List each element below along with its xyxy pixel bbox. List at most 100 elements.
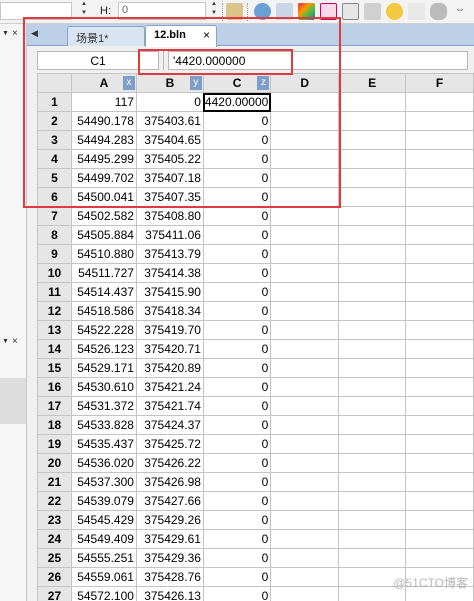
- cell-d[interactable]: [270, 415, 340, 435]
- cell-c[interactable]: 0: [202, 548, 272, 568]
- row-header[interactable]: 9: [37, 244, 72, 264]
- row-header[interactable]: 23: [37, 510, 72, 530]
- cell-f[interactable]: [405, 396, 474, 416]
- shape-icon[interactable]: [430, 3, 447, 20]
- cell-f[interactable]: [405, 282, 474, 302]
- cell-b[interactable]: 375429.26: [135, 510, 204, 530]
- cell-c[interactable]: 0: [202, 282, 272, 302]
- row-header[interactable]: 21: [37, 472, 72, 492]
- cell-e[interactable]: [338, 149, 407, 169]
- cell-b[interactable]: 375413.79: [135, 244, 204, 264]
- cell-d[interactable]: [270, 586, 340, 601]
- row-header[interactable]: 24: [37, 529, 72, 549]
- cell-f[interactable]: [405, 130, 474, 150]
- cell-e[interactable]: [338, 529, 407, 549]
- cell-c[interactable]: 0: [202, 396, 272, 416]
- row-header[interactable]: 13: [37, 320, 72, 340]
- cell-f[interactable]: [405, 434, 474, 454]
- cell-f[interactable]: [405, 225, 474, 245]
- cell-a[interactable]: 54533.828: [70, 415, 137, 435]
- cell-d[interactable]: [270, 225, 340, 245]
- cell-b[interactable]: 375424.37: [135, 415, 204, 435]
- cell-d[interactable]: [270, 529, 340, 549]
- cell-b[interactable]: 375411.06: [135, 225, 204, 245]
- cell-f[interactable]: [405, 491, 474, 511]
- cell-d[interactable]: [270, 453, 340, 473]
- cell-a[interactable]: 54526.123: [70, 339, 137, 359]
- row-header[interactable]: 10: [37, 263, 72, 283]
- row-header[interactable]: 19: [37, 434, 72, 454]
- cell-a[interactable]: 54510.880: [70, 244, 137, 264]
- row-header[interactable]: 22: [37, 491, 72, 511]
- cell-d[interactable]: [270, 396, 340, 416]
- cell-a[interactable]: 54530.610: [70, 377, 137, 397]
- cell-d[interactable]: [270, 244, 340, 264]
- cell-b[interactable]: 375408.80: [135, 206, 204, 226]
- cell-f[interactable]: [405, 320, 474, 340]
- cell-b[interactable]: 375419.70: [135, 320, 204, 340]
- cell-f[interactable]: [405, 187, 474, 207]
- cell-a[interactable]: 54531.372: [70, 396, 137, 416]
- cell-e[interactable]: [338, 415, 407, 435]
- column-header-f[interactable]: F: [405, 73, 474, 93]
- cell-f[interactable]: [405, 510, 474, 530]
- cell-f[interactable]: [405, 206, 474, 226]
- cell-b[interactable]: 375425.72: [135, 434, 204, 454]
- cell-c[interactable]: 0: [202, 472, 272, 492]
- pin-icon[interactable]: ▼: [2, 30, 9, 37]
- cell-b[interactable]: 375414.38: [135, 263, 204, 283]
- cell-f[interactable]: [405, 453, 474, 473]
- cell-e[interactable]: [338, 187, 407, 207]
- cell-e[interactable]: [338, 130, 407, 150]
- cell-c[interactable]: 0: [202, 320, 272, 340]
- cell-e[interactable]: [338, 282, 407, 302]
- cell-a[interactable]: 54529.171: [70, 358, 137, 378]
- cell-a[interactable]: 54539.079: [70, 491, 137, 511]
- cell-c[interactable]: 0: [202, 339, 272, 359]
- cell-c[interactable]: 0: [202, 377, 272, 397]
- close-icon[interactable]: ×: [12, 336, 18, 347]
- cell-e[interactable]: [338, 244, 407, 264]
- cell-b[interactable]: 375427.66: [135, 491, 204, 511]
- cell-f[interactable]: [405, 92, 474, 112]
- cell-c[interactable]: 0: [202, 453, 272, 473]
- cell-e[interactable]: [338, 358, 407, 378]
- cell-b[interactable]: 375420.89: [135, 358, 204, 378]
- row-header[interactable]: 7: [37, 206, 72, 226]
- cell-c[interactable]: 0: [202, 415, 272, 435]
- cell-d[interactable]: [270, 491, 340, 511]
- cell-a[interactable]: 54549.409: [70, 529, 137, 549]
- cell-d[interactable]: [270, 320, 340, 340]
- cell-e[interactable]: [338, 472, 407, 492]
- cell-f[interactable]: [405, 358, 474, 378]
- row-header[interactable]: 26: [37, 567, 72, 587]
- cell-d[interactable]: [270, 263, 340, 283]
- close-icon[interactable]: ×: [12, 28, 18, 39]
- cell-f[interactable]: [405, 548, 474, 568]
- cell-c[interactable]: 0: [202, 491, 272, 511]
- cell-e[interactable]: [338, 301, 407, 321]
- cell-b[interactable]: 375418.34: [135, 301, 204, 321]
- cell-c[interactable]: 0: [202, 263, 272, 283]
- cell-f[interactable]: [405, 263, 474, 283]
- cell-d[interactable]: [270, 282, 340, 302]
- pin-icon[interactable]: ▼: [2, 338, 9, 345]
- cell-f[interactable]: [405, 472, 474, 492]
- row-header[interactable]: 11: [37, 282, 72, 302]
- cell-d[interactable]: [270, 339, 340, 359]
- cell-e[interactable]: [338, 92, 407, 112]
- row-header[interactable]: 17: [37, 396, 72, 416]
- row-header[interactable]: 8: [37, 225, 72, 245]
- cell-f[interactable]: [405, 111, 474, 131]
- cell-f[interactable]: [405, 244, 474, 264]
- cell-e[interactable]: [338, 377, 407, 397]
- cell-c[interactable]: 0: [202, 586, 272, 601]
- cell-c[interactable]: 0: [202, 301, 272, 321]
- cell-b[interactable]: 375429.61: [135, 529, 204, 549]
- column-header-e[interactable]: E: [338, 73, 407, 93]
- cell-d[interactable]: [270, 377, 340, 397]
- cell-e[interactable]: [338, 111, 407, 131]
- cell-f[interactable]: [405, 377, 474, 397]
- cell-d[interactable]: [270, 434, 340, 454]
- cell-b[interactable]: 375428.76: [135, 567, 204, 587]
